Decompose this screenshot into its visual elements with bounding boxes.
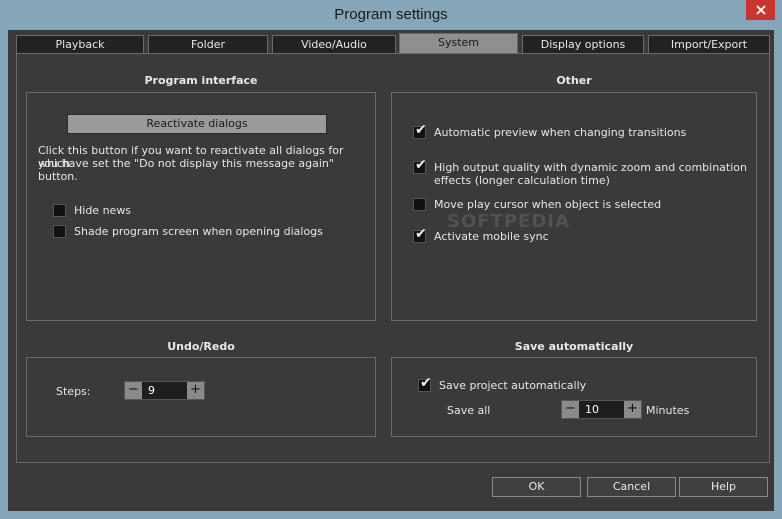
save-project-label: Save project automatically <box>439 379 587 392</box>
checkmark-icon: ✔ <box>415 226 427 242</box>
minutes-label: Minutes <box>646 404 690 417</box>
save-project-option[interactable]: ✔ Save project automatically <box>418 375 587 392</box>
save-project-checkbox[interactable]: ✔ <box>418 375 432 392</box>
auto-preview-checkbox[interactable]: ✔ <box>413 122 427 139</box>
save-auto-group: ✔ Save project automatically Save all − … <box>391 357 757 437</box>
increment-button[interactable]: + <box>624 401 641 418</box>
high-quality-checkbox[interactable]: ✔ <box>413 157 427 174</box>
ok-button[interactable]: OK <box>492 477 581 497</box>
tab-display-options[interactable]: Display options <box>522 35 644 53</box>
auto-preview-label: Automatic preview when changing transiti… <box>434 126 687 139</box>
program-interface-title: Program interface <box>144 74 258 87</box>
tab-content: Program interface Reactivate dialogs Cli… <box>16 53 770 463</box>
undo-redo-group: Steps: − 9 + <box>26 357 376 437</box>
decrement-button[interactable]: − <box>125 382 142 399</box>
save-all-label: Save all <box>447 404 491 417</box>
high-quality-label: High output quality with dynamic zoom an… <box>434 161 747 187</box>
move-cursor-option[interactable]: Move play cursor when object is selected <box>413 198 661 211</box>
window-title: Program settings <box>334 6 448 23</box>
help-button[interactable]: Help <box>679 477 768 497</box>
tab-system[interactable]: System <box>399 33 518 54</box>
hide-news-label: Hide news <box>74 204 132 217</box>
checkmark-icon: ✔ <box>415 122 427 138</box>
steps-stepper[interactable]: − 9 + <box>124 381 205 400</box>
checkmark-icon: ✔ <box>420 375 432 391</box>
minutes-value[interactable]: 10 <box>579 401 624 418</box>
other-group: ✔ Automatic preview when changing transi… <box>391 92 757 321</box>
high-quality-option[interactable]: ✔ High output quality with dynamic zoom … <box>413 157 747 187</box>
checkmark-icon: ✔ <box>415 157 427 173</box>
undo-redo-title: Undo/Redo <box>167 340 235 353</box>
window-frame: Program settings Playback Folder Video/A… <box>0 0 782 519</box>
tab-video-audio[interactable]: Video/Audio <box>272 35 396 53</box>
other-title: Other <box>556 74 592 87</box>
cancel-button[interactable]: Cancel <box>587 477 676 497</box>
shade-screen-option[interactable]: Shade program screen when opening dialog… <box>53 225 323 238</box>
shade-screen-checkbox[interactable] <box>53 225 66 238</box>
save-auto-title: Save automatically <box>514 340 634 353</box>
hide-news-checkbox[interactable] <box>53 204 66 217</box>
mobile-sync-checkbox[interactable]: ✔ <box>413 226 427 243</box>
tab-import-export[interactable]: Import/Export <box>648 35 770 53</box>
shade-screen-label: Shade program screen when opening dialog… <box>74 225 323 238</box>
steps-label: Steps: <box>56 385 91 398</box>
move-cursor-label: Move play cursor when object is selected <box>434 198 662 211</box>
reactivate-dialogs-button[interactable]: Reactivate dialogs <box>67 114 327 134</box>
dialog-client: Playback Folder Video/Audio System Displ… <box>8 30 774 511</box>
softpedia-watermark: SOFTPEDIA <box>447 211 570 232</box>
hide-news-option[interactable]: Hide news <box>53 204 131 217</box>
tab-bar: Playback Folder Video/Audio System Displ… <box>16 33 770 54</box>
program-interface-group: Reactivate dialogs Click this button if … <box>26 92 376 321</box>
title-bar[interactable]: Program settings <box>0 0 782 30</box>
reactivate-description-line2: you have set the "Do not display this me… <box>38 157 334 183</box>
tab-playback[interactable]: Playback <box>16 35 144 53</box>
minutes-stepper[interactable]: − 10 + <box>561 400 642 419</box>
tab-folder[interactable]: Folder <box>148 35 268 53</box>
high-quality-line1: High output quality with dynamic zoom an… <box>434 161 747 174</box>
close-icon <box>755 5 766 15</box>
decrement-button[interactable]: − <box>562 401 579 418</box>
auto-preview-option[interactable]: ✔ Automatic preview when changing transi… <box>413 122 687 139</box>
move-cursor-checkbox[interactable] <box>413 198 426 211</box>
increment-button[interactable]: + <box>187 382 204 399</box>
steps-value[interactable]: 9 <box>142 382 187 399</box>
close-button[interactable] <box>746 0 775 20</box>
high-quality-line2: effects (longer calculation time) <box>434 174 610 187</box>
